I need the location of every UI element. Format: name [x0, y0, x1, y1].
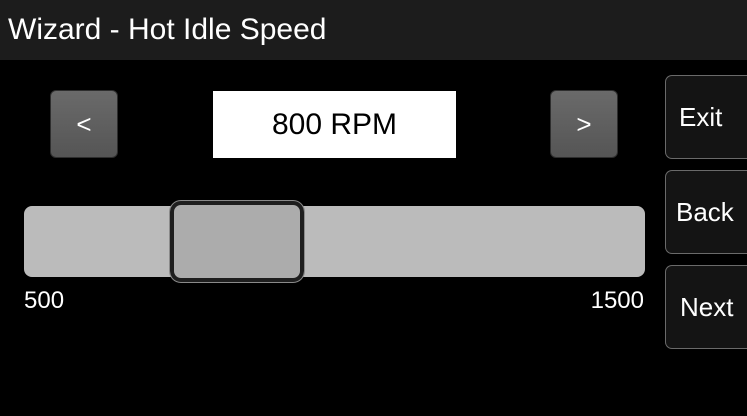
title-bar: Wizard - Hot Idle Speed: [0, 0, 747, 60]
slider-max-label: 1500: [590, 287, 644, 314]
idle-speed-slider-track[interactable]: [24, 206, 645, 277]
decrease-button[interactable]: <: [50, 90, 118, 158]
increase-button[interactable]: >: [550, 90, 618, 158]
next-button[interactable]: Next: [665, 265, 747, 349]
window-title: Wizard - Hot Idle Speed: [8, 13, 327, 46]
slider-min-label: 500: [24, 287, 65, 314]
rpm-value-display: 800 RPM: [213, 91, 456, 158]
idle-speed-slider-thumb[interactable]: [169, 200, 306, 283]
exit-button[interactable]: Exit: [665, 75, 747, 159]
back-button[interactable]: Back: [665, 170, 747, 254]
